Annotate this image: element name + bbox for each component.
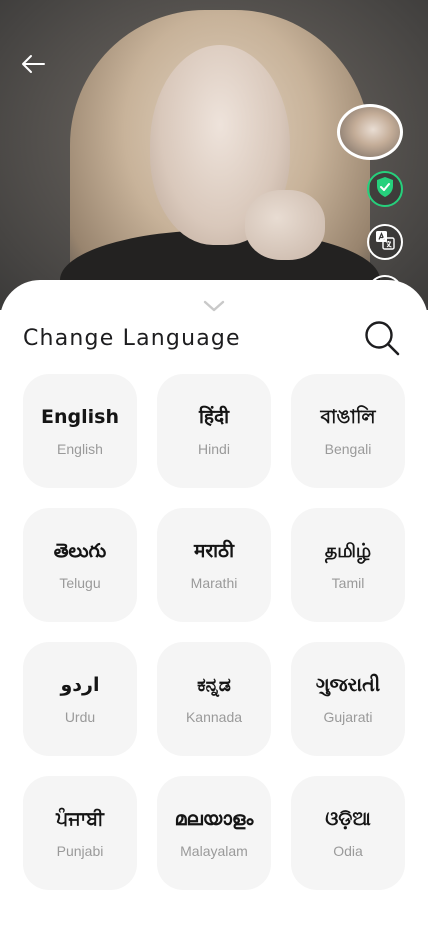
language-english-name: Tamil bbox=[331, 575, 365, 591]
language-english-name: Hindi bbox=[198, 441, 230, 457]
sheet-title: Change Language bbox=[23, 326, 241, 351]
language-english-name: Punjabi bbox=[56, 843, 104, 859]
language-native-name: తెలుగు bbox=[53, 540, 107, 562]
language-english-name: Marathi bbox=[190, 575, 238, 591]
language-native-name: ଓଡ଼ିଆ bbox=[325, 808, 371, 830]
language-sheet: Change Language English English हिंदी Hi… bbox=[0, 280, 428, 926]
avatar-thumbnail[interactable] bbox=[337, 104, 403, 160]
language-option[interactable]: ಕನ್ನಡ Kannada bbox=[157, 642, 271, 756]
language-option[interactable]: ଓଡ଼ିଆ Odia bbox=[291, 776, 405, 890]
language-option[interactable]: বাঙালি Bengali bbox=[291, 374, 405, 488]
translate-button[interactable] bbox=[367, 224, 403, 260]
language-option[interactable]: ਪੰਜਾਬੀ Punjabi bbox=[23, 776, 137, 890]
language-native-name: मराठी bbox=[193, 540, 234, 562]
language-option[interactable]: தமிழ் Tamil bbox=[291, 508, 405, 622]
language-option[interactable]: മലയാളം Malayalam bbox=[157, 776, 271, 890]
language-grid: English English हिंदी Hindi বাঙালি Benga… bbox=[23, 374, 405, 890]
photo-hand bbox=[245, 190, 325, 260]
language-native-name: ಕನ್ನಡ bbox=[197, 674, 231, 696]
language-option[interactable]: తెలుగు Telugu bbox=[23, 508, 137, 622]
language-option[interactable]: English English bbox=[23, 374, 137, 488]
language-english-name: Odia bbox=[333, 843, 363, 859]
search-button[interactable] bbox=[362, 320, 402, 360]
language-english-name: English bbox=[57, 441, 103, 457]
language-english-name: Bengali bbox=[324, 441, 372, 457]
back-button[interactable] bbox=[18, 52, 48, 80]
language-native-name: ਪੰਜਾਬੀ bbox=[56, 808, 104, 830]
language-native-name: اردو bbox=[60, 674, 100, 696]
language-english-name: Kannada bbox=[185, 709, 243, 725]
language-native-name: ગુજરાતી bbox=[315, 674, 381, 696]
search-icon bbox=[363, 319, 401, 361]
language-english-name: Telugu bbox=[59, 575, 101, 591]
arrow-left-icon bbox=[20, 53, 46, 79]
language-option[interactable]: मराठी Marathi bbox=[157, 508, 271, 622]
language-option[interactable]: اردو Urdu bbox=[23, 642, 137, 756]
collapse-button[interactable] bbox=[201, 298, 227, 314]
chevron-down-icon bbox=[203, 297, 225, 316]
shield-check-icon bbox=[375, 176, 395, 202]
language-native-name: தமிழ் bbox=[324, 540, 372, 562]
language-native-name: हिंदी bbox=[198, 406, 230, 428]
translate-icon bbox=[375, 230, 395, 254]
language-english-name: Gujarati bbox=[323, 709, 373, 725]
language-native-name: বাঙালি bbox=[320, 406, 376, 428]
language-english-name: Malayalam bbox=[180, 843, 248, 859]
language-native-name: മലയാളം bbox=[174, 808, 254, 830]
verified-button[interactable] bbox=[367, 171, 403, 207]
language-native-name: English bbox=[41, 406, 119, 428]
language-option[interactable]: ગુજરાતી Gujarati bbox=[291, 642, 405, 756]
language-english-name: Urdu bbox=[64, 709, 96, 725]
language-option[interactable]: हिंदी Hindi bbox=[157, 374, 271, 488]
